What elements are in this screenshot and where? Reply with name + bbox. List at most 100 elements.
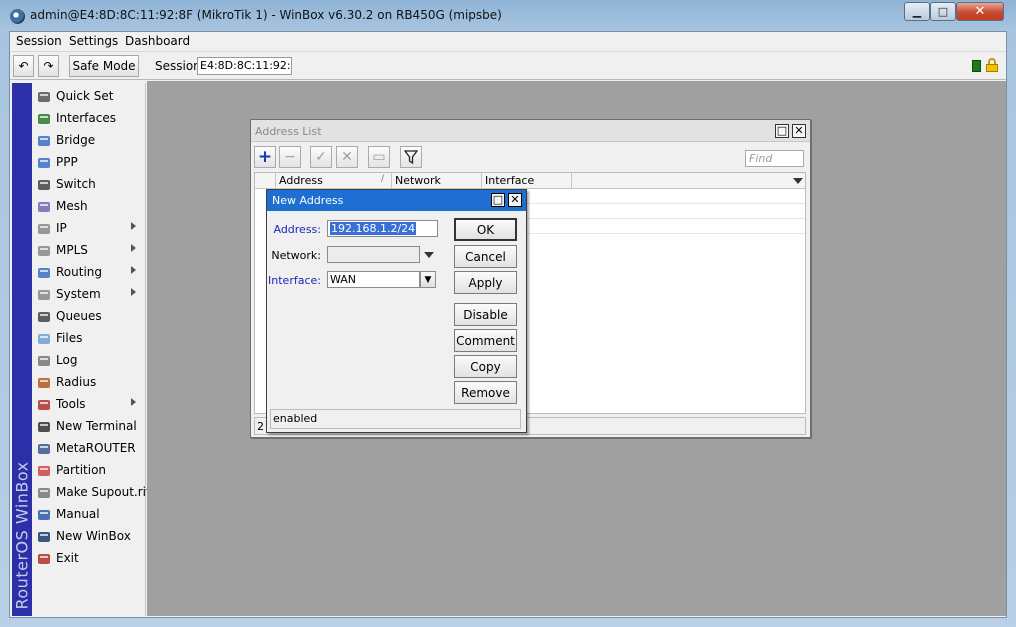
minimize-button[interactable]: ▁ (904, 2, 930, 21)
comment-icon: ▭ (372, 149, 386, 165)
sidebar-item-new-winbox[interactable]: New WinBox (32, 526, 146, 548)
sidebar-item-queues[interactable]: Queues (32, 306, 146, 328)
title-bar[interactable]: admin@E4:8D:8C:11:92:8F (MikroTik 1) - W… (0, 0, 1016, 32)
mpls-icon (36, 243, 52, 259)
submenu-arrow-icon (131, 398, 136, 406)
sidebar-item-manual[interactable]: Manual (32, 504, 146, 526)
address-list-toolbar: + − ✓ ✕ ▭ Find (251, 143, 810, 171)
submenu-arrow-icon (131, 288, 136, 296)
column-address[interactable]: Address (279, 174, 323, 187)
disable-button[interactable]: ✕ (336, 146, 358, 168)
safe-mode-button[interactable]: Safe Mode (69, 55, 139, 77)
sidebar-item-switch[interactable]: Switch (32, 174, 146, 196)
chevron-down-icon: ▼ (424, 274, 432, 285)
tools-icon (36, 397, 52, 413)
table-row[interactable] (525, 203, 805, 204)
address-input[interactable]: 192.168.1.2/24 (327, 220, 438, 237)
column-chooser-icon[interactable] (793, 178, 803, 184)
close-icon[interactable]: ✕ (792, 124, 806, 138)
new-address-titlebar[interactable]: New Address □ ✕ (267, 190, 526, 211)
add-button[interactable]: + (254, 146, 276, 168)
interface-select[interactable]: WAN (327, 271, 420, 288)
toolbar: ↶ ↷ Safe Mode Session: E4:8D:8C:11:92:8F (10, 52, 1006, 80)
column-interface[interactable]: Interface (485, 174, 534, 187)
sidebar-item-interfaces[interactable]: Interfaces (32, 108, 146, 130)
minus-icon: − (284, 149, 296, 165)
maximize-icon[interactable]: □ (775, 124, 789, 138)
window-title: admin@E4:8D:8C:11:92:8F (MikroTik 1) - W… (30, 8, 502, 22)
menu-settings[interactable]: Settings (69, 34, 118, 48)
table-row[interactable] (525, 218, 805, 219)
close-button[interactable]: ✕ (956, 2, 1004, 21)
sidebar-item-label: Partition (56, 463, 107, 477)
sidebar-item-ip[interactable]: IP (32, 218, 146, 240)
sidebar-item-label: MPLS (56, 243, 88, 257)
comment-button[interactable]: ▭ (368, 146, 390, 168)
sidebar-item-system[interactable]: System (32, 284, 146, 306)
sidebar-item-label: Exit (56, 551, 79, 565)
close-icon[interactable]: ✕ (508, 193, 522, 207)
sidebar-item-routing[interactable]: Routing (32, 262, 146, 284)
lock-icon (986, 58, 998, 72)
redo-icon: ↷ (43, 59, 54, 73)
comment-button[interactable]: Comment (454, 329, 517, 352)
disable-button[interactable]: Disable (454, 303, 517, 326)
column-network[interactable]: Network (395, 174, 441, 187)
filter-button[interactable] (400, 146, 422, 168)
address-list-title: Address List (255, 125, 322, 138)
routeros-brand-bar: RouterOS WinBox (12, 83, 32, 616)
maximize-icon[interactable]: □ (491, 193, 505, 207)
find-input[interactable]: Find (745, 150, 804, 167)
document-icon (36, 485, 52, 501)
sidebar-item-label: New WinBox (56, 529, 131, 543)
wand-icon (36, 89, 52, 105)
sidebar-item-bridge[interactable]: Bridge (32, 130, 146, 152)
redo-button[interactable]: ↷ (38, 55, 59, 77)
sidebar-item-make-supout-rif[interactable]: Make Supout.rif (32, 482, 150, 504)
cancel-button[interactable]: Cancel (454, 245, 517, 268)
new-address-dialog: New Address □ ✕ Address: 192.168.1.2/24 … (266, 189, 527, 433)
sidebar-item-label: Mesh (56, 199, 88, 213)
sidebar-item-label: Tools (56, 397, 86, 411)
sidebar-item-log[interactable]: Log (32, 350, 146, 372)
filter-icon (404, 150, 418, 164)
remove-button[interactable]: − (279, 146, 301, 168)
sidebar-item-metarouter[interactable]: MetaROUTER (32, 438, 146, 460)
interface-dropdown-button[interactable]: ▼ (420, 271, 436, 288)
sidebar-item-files[interactable]: Files (32, 328, 146, 350)
maximize-button[interactable]: □ (930, 2, 956, 21)
sidebar-item-mpls[interactable]: MPLS (32, 240, 146, 262)
sidebar-item-new-terminal[interactable]: New Terminal (32, 416, 146, 438)
network-input[interactable] (327, 246, 420, 263)
sidebar-item-exit[interactable]: Exit (32, 548, 146, 570)
ppp-icon (36, 155, 52, 171)
sidebar-item-tools[interactable]: Tools (32, 394, 146, 416)
sidebar-item-partition[interactable]: Partition (32, 460, 146, 482)
sidebar-item-label: Bridge (56, 133, 96, 147)
sidebar-item-ppp[interactable]: PPP (32, 152, 146, 174)
address-list-titlebar[interactable]: Address List □ ✕ (251, 120, 810, 142)
submenu-arrow-icon (131, 222, 136, 230)
enable-button[interactable]: ✓ (310, 146, 332, 168)
apply-button[interactable]: Apply (454, 271, 517, 294)
interfaces-icon (36, 111, 52, 127)
remove-button[interactable]: Remove (454, 381, 517, 404)
undo-icon: ↶ (18, 59, 29, 73)
plus-icon: + (257, 147, 273, 167)
copy-button[interactable]: Copy (454, 355, 517, 378)
menu-session[interactable]: Session (16, 34, 62, 48)
workspace: Address List □ ✕ + − ✓ ✕ ▭ Find Address … (147, 81, 1006, 616)
menu-dashboard[interactable]: Dashboard (125, 34, 190, 48)
sidebar-item-quick-set[interactable]: Quick Set (32, 86, 146, 108)
table-row[interactable] (525, 233, 805, 234)
sort-icon: / (381, 174, 385, 184)
sidebar-item-radius[interactable]: Radius (32, 372, 146, 394)
sidebar-item-label: Queues (56, 309, 102, 323)
undo-button[interactable]: ↶ (13, 55, 34, 77)
ok-button[interactable]: OK (454, 218, 517, 241)
sidebar-item-mesh[interactable]: Mesh (32, 196, 146, 218)
network-dropdown-icon[interactable] (424, 252, 434, 258)
metarouter-icon (36, 441, 52, 457)
sidebar-item-label: Interfaces (56, 111, 116, 125)
menu-bar: Session Settings Dashboard (10, 32, 1006, 52)
